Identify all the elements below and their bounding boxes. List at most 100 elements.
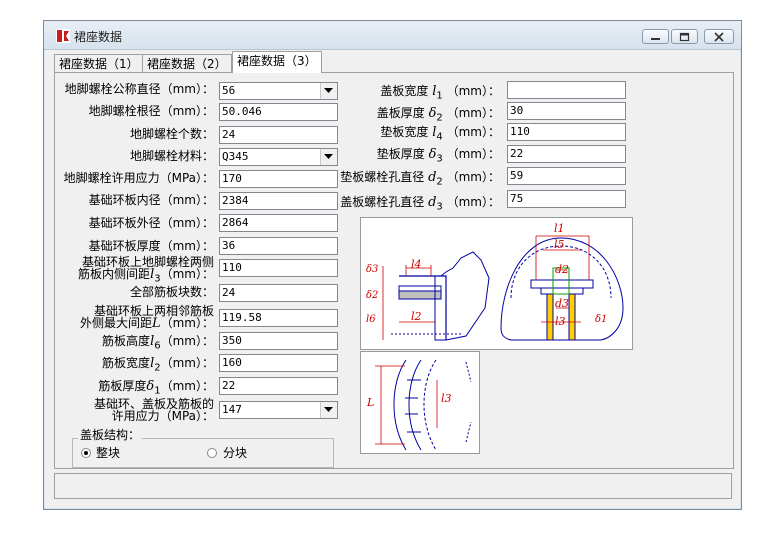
cover-hole-field[interactable]: 75 — [507, 190, 626, 208]
rib-count-field[interactable]: 24 — [219, 284, 338, 302]
rib-height-label: 筋板高度l6（mm）： — [102, 334, 214, 353]
pad-width-unit: （mm）： — [446, 125, 500, 139]
ring-outer-field[interactable]: 2864 — [219, 214, 338, 232]
cover-width-unit: （mm）： — [446, 84, 500, 98]
pad-hole-label: 垫板螺栓孔直径 d2 （mm）： — [340, 170, 500, 189]
label-l4: l4 — [411, 258, 422, 271]
close-button[interactable] — [704, 29, 734, 44]
label-L: L — [366, 396, 374, 409]
pad-thickness-unit: （mm）： — [446, 147, 500, 161]
rib-height-field[interactable]: 350 — [219, 332, 338, 350]
cover-hole-unit: （mm）： — [446, 195, 500, 209]
radio-split[interactable] — [207, 448, 217, 458]
maximize-button[interactable] — [671, 29, 698, 44]
radio-whole[interactable] — [81, 448, 91, 458]
rib-width-field[interactable]: 160 — [219, 354, 338, 372]
rib-width-label-text: 筋板宽度 — [102, 356, 151, 370]
rib-thickness-unit: （mm）： — [160, 379, 214, 393]
rib-plan-diagram: L l3 — [360, 351, 480, 454]
cover-thickness-label: 盖板厚度 δ2 （mm）： — [377, 106, 500, 125]
cover-thickness-field[interactable]: 30 — [507, 102, 626, 120]
cover-thickness-subscript: 2 — [436, 112, 443, 124]
minimize-button[interactable] — [642, 29, 669, 44]
cover-hole-subscript: 3 — [436, 201, 443, 213]
bolt-stress-label: 地脚螺栓许用应力（MPa）： — [63, 171, 214, 185]
pad-width-label: 垫板宽度 l4 （mm）： — [380, 125, 500, 144]
pad-hole-subscript: 2 — [436, 176, 443, 188]
label-delta3: δ3 — [366, 264, 378, 275]
tab-skirt-data-3[interactable]: 裙座数据（3） — [232, 51, 322, 73]
cover-width-label-text: 盖板宽度 — [380, 84, 429, 98]
rib-max-dist-field[interactable]: 119.58 — [219, 309, 338, 327]
label-l6: l6 — [366, 314, 376, 325]
cover-thickness-label-text: 盖板厚度 — [376, 106, 425, 120]
allow-stress-value: 147 — [222, 403, 242, 416]
maximize-icon — [679, 32, 690, 42]
app-logo-icon — [56, 29, 70, 43]
allow-stress-select[interactable]: 147 — [219, 401, 338, 419]
pad-thickness-label-text: 垫板厚度 — [376, 147, 425, 161]
bolt-diameter-select[interactable]: 56 — [219, 82, 338, 100]
section-drawing: l4 δ3 δ2 l6 l2 l1 l5 d2 d3 l3 δ1 — [366, 222, 624, 341]
label-l3-plan: l3 — [441, 392, 452, 405]
pad-thickness-label: 垫板厚度 δ3 （mm）： — [377, 147, 500, 166]
label-delta2: δ2 — [366, 290, 378, 301]
allow-stress-label: 基础环、盖板及筋板的 许用应力（MPa）： — [94, 398, 214, 422]
allow-stress-label-line2: 许用应力（MPa）： — [111, 409, 214, 423]
cover-width-field[interactable] — [507, 81, 626, 99]
title-bar: 裙座数据 — [44, 21, 741, 50]
rib-count-label: 全部筋板块数： — [129, 285, 214, 299]
tab-skirt-data-1[interactable]: 裙座数据（1） — [54, 54, 144, 72]
cover-width-label: 盖板宽度 l1 （mm）： — [380, 84, 500, 103]
bolt-diameter-value: 56 — [222, 84, 236, 97]
radio-split-label[interactable]: 分块 — [223, 446, 247, 460]
bolt-root-field[interactable]: 50.046 — [219, 103, 338, 121]
dropdown-arrow-icon[interactable] — [320, 149, 337, 165]
bolt-material-select[interactable]: Q345 — [219, 148, 338, 166]
label-delta1: δ1 — [595, 314, 607, 325]
pad-width-label-text: 垫板宽度 — [380, 125, 429, 139]
radio-whole-label[interactable]: 整块 — [96, 446, 120, 460]
rib-thickness-label-text: 筋板厚度 — [98, 379, 147, 393]
rib-spacing-label-text: 筋板内侧间距 — [78, 267, 151, 281]
rib-thickness-label: 筋板厚度δ1（mm）： — [98, 379, 214, 398]
cover-hole-label-text: 盖板螺栓孔直径 — [340, 195, 425, 209]
label-l3: l3 — [555, 315, 566, 328]
cover-hole-label: 盖板螺栓孔直径 d3 （mm）： — [340, 195, 500, 214]
rib-max-dist-label: 基础环板上两相邻筋板 外侧最大间距L（mm）： — [80, 305, 214, 330]
rib-spacing-label-line2: 筋板内侧间距l3（mm）： — [78, 268, 214, 285]
cover-width-subscript: 1 — [436, 90, 443, 102]
radio-selected-dot — [84, 451, 88, 455]
dropdown-arrow-icon[interactable] — [320, 402, 337, 418]
cover-structure-title: 盖板结构： — [78, 428, 143, 442]
rib-thickness-field[interactable]: 22 — [219, 377, 338, 395]
pad-thickness-field[interactable]: 22 — [507, 145, 626, 163]
cover-thickness-unit: （mm）： — [446, 106, 500, 120]
rib-spacing-label: 基础环板上地脚螺栓两侧 筋板内侧间距l3（mm）： — [78, 256, 214, 285]
rib-height-unit: （mm）： — [160, 334, 214, 348]
plan-drawing: L l3 — [366, 359, 472, 451]
ring-thickness-field[interactable]: 36 — [219, 237, 338, 255]
ring-inner-label: 基础环板内径（mm）： — [88, 193, 214, 207]
bolt-material-label: 地脚螺栓材料： — [129, 149, 214, 163]
bolt-stress-field[interactable]: 170 — [219, 170, 338, 188]
bolt-material-value: Q345 — [222, 150, 249, 163]
tab-skirt-data-2[interactable]: 裙座数据（2） — [142, 54, 232, 72]
dropdown-arrow-icon[interactable] — [320, 83, 337, 99]
bolt-count-field[interactable]: 24 — [219, 126, 338, 144]
pad-width-field[interactable]: 110 — [507, 123, 626, 141]
bolt-count-label: 地脚螺栓个数： — [129, 127, 214, 141]
label-l5: l5 — [554, 238, 565, 251]
close-icon — [714, 32, 724, 42]
rib-spacing-unit: （mm）： — [160, 267, 214, 281]
label-d3: d3 — [555, 297, 569, 310]
rib-max-dist-symbol: L — [151, 316, 161, 331]
pad-hole-field[interactable]: 59 — [507, 167, 626, 185]
rib-spacing-field[interactable]: 110 — [219, 259, 338, 277]
ring-inner-field[interactable]: 2384 — [219, 192, 338, 210]
bolt-diameter-label: 地脚螺栓公称直径（mm）： — [64, 82, 214, 96]
rib-width-label: 筋板宽度l2（mm）： — [102, 356, 214, 375]
label-l2: l2 — [411, 310, 422, 323]
pad-hole-unit: （mm）： — [446, 170, 500, 184]
rib-width-unit: （mm）： — [160, 356, 214, 370]
